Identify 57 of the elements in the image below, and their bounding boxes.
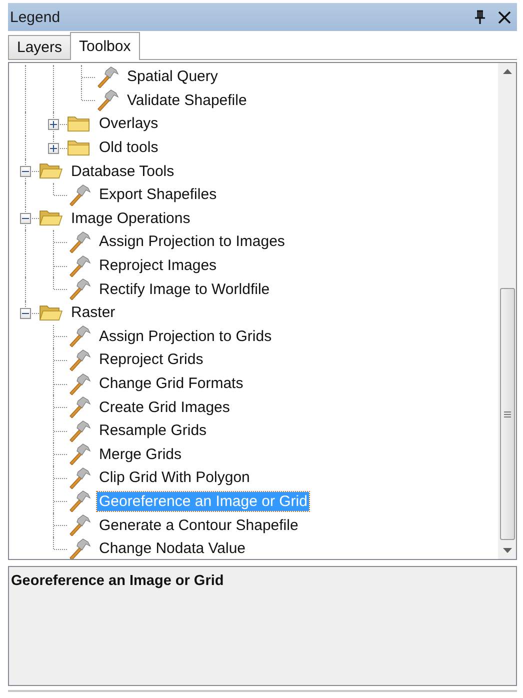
tool-label[interactable]: Merge Grids xyxy=(97,444,184,464)
tool-label[interactable]: Clip Grid With Polygon xyxy=(97,468,252,488)
collapse-button[interactable] xyxy=(20,308,31,319)
hammer-icon xyxy=(67,325,91,348)
hammer-icon xyxy=(67,230,91,253)
plus-icon xyxy=(50,144,57,152)
folder-label[interactable]: Raster xyxy=(69,303,118,322)
folder-icon xyxy=(67,138,91,157)
hammer-icon xyxy=(67,254,91,277)
tool-label[interactable]: Resample Grids xyxy=(97,421,209,440)
tool-label[interactable]: Assign Projection to Grids xyxy=(97,326,274,346)
hammer-icon xyxy=(67,396,91,418)
tool-label[interactable]: Reproject Images xyxy=(97,256,219,276)
tool-label[interactable]: Change Nodata Value xyxy=(97,539,248,558)
panel-title: Legend xyxy=(10,8,62,26)
plus-icon xyxy=(50,120,57,128)
folder-label[interactable]: Database Tools xyxy=(69,162,176,181)
hammer-icon xyxy=(67,420,91,442)
hammer-icon xyxy=(67,278,91,300)
hammer-icon xyxy=(67,514,91,536)
tool-label[interactable]: Export Shapefiles xyxy=(97,185,219,204)
collapse-button[interactable] xyxy=(20,213,31,224)
folder-label[interactable]: Old tools xyxy=(97,138,160,158)
collapse-button[interactable] xyxy=(20,166,31,178)
hammer-icon xyxy=(67,372,91,395)
folder-label[interactable]: Image Operations xyxy=(69,208,192,228)
open-folder-icon xyxy=(39,304,63,322)
description-title: Georeference an Image or Grid xyxy=(11,573,224,589)
scroll-up-icon[interactable] xyxy=(503,69,512,74)
hammer-icon xyxy=(67,490,91,512)
hammer-icon xyxy=(67,184,91,206)
tool-label[interactable]: Spatial Query xyxy=(125,67,220,86)
hammer-icon xyxy=(67,443,91,466)
hammer-icon xyxy=(95,89,119,112)
scroll-down-icon[interactable] xyxy=(503,548,512,553)
vertical-scrollbar[interactable] xyxy=(498,63,516,559)
expand-button[interactable] xyxy=(48,142,59,154)
scroll-thumb[interactable] xyxy=(500,288,515,540)
grip-icon xyxy=(504,410,511,418)
tool-label[interactable]: Create Grid Images xyxy=(97,398,232,417)
folder-label[interactable]: Overlays xyxy=(97,114,160,134)
hammer-icon xyxy=(67,466,91,489)
tool-label[interactable]: Rectify Image to Worldfile xyxy=(97,280,272,299)
open-folder-icon xyxy=(39,162,63,180)
tool-label[interactable]: Assign Projection to Images xyxy=(97,232,287,252)
tool-label[interactable]: Generate a Contour Shapefile xyxy=(97,516,300,535)
tab[interactable]: Layers xyxy=(8,35,72,59)
tool-label[interactable]: Validate Shapefile xyxy=(125,90,249,110)
open-folder-icon xyxy=(39,209,63,228)
hammer-icon xyxy=(67,538,91,559)
tab[interactable]: Toolbox xyxy=(70,32,140,60)
tool-label[interactable]: Change Grid Formats xyxy=(97,374,246,394)
expand-button[interactable] xyxy=(48,118,59,130)
folder-icon xyxy=(67,114,91,133)
tool-label[interactable]: Reproject Grids xyxy=(97,350,206,370)
hammer-icon xyxy=(95,66,119,88)
hammer-icon xyxy=(67,348,91,371)
